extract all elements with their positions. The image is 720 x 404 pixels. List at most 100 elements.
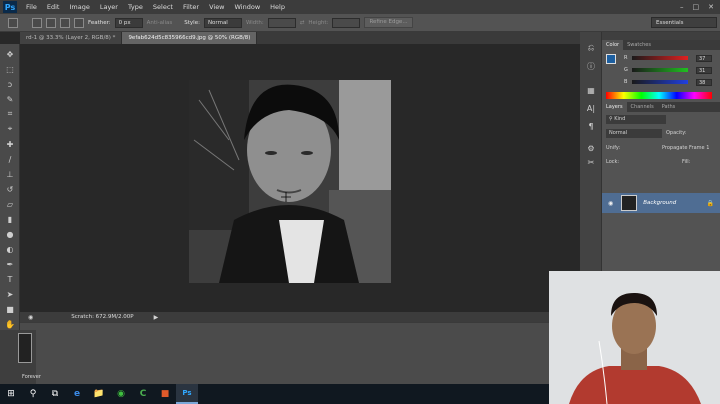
hand-tool-icon[interactable]: ✋ [4,318,16,330]
edge-browser-icon[interactable]: e [66,384,88,404]
workspace-select[interactable]: Essentials [651,17,717,28]
visibility-eye-icon[interactable]: ◉ [608,200,613,207]
green-slider[interactable]: G 31 [624,66,714,74]
feather-input[interactable]: 0 px [114,17,143,28]
eraser-tool-icon[interactable]: ▱ [4,198,16,210]
close-button[interactable]: ✕ [708,3,714,11]
menu-help[interactable]: Help [265,3,290,11]
document-tab-bar: rd-1 @ 33.3% (Layer 2, RGB/8) * 9efab624… [20,32,580,44]
tab-document-1[interactable]: rd-1 @ 33.3% (Layer 2, RGB/8) * [20,32,123,44]
swap-icon[interactable]: ⇄ [300,20,305,26]
fill-label: Fill: [682,159,691,165]
windows-taskbar: ⊞ ⚲ ⧉ e 📁 ◉ C ■ Ps [0,384,549,404]
style-select[interactable]: Normal [203,17,242,28]
shape-tool-icon[interactable]: ■ [4,303,16,315]
blue-slider[interactable]: B 38 [624,78,714,86]
path-select-tool-icon[interactable]: ➤ [4,288,16,300]
adjust-panel-icon[interactable]: ▦ [585,84,597,96]
gradient-tool-icon[interactable]: ▮ [4,213,16,225]
color-spectrum[interactable] [606,92,712,99]
tab-paths[interactable]: Paths [658,102,680,112]
move-tool-icon[interactable]: ✥ [4,48,16,60]
subtract-selection-icon[interactable] [60,17,70,28]
status-bar: ◉ Scratch: 672.9M/2.00P ▶ [20,312,580,322]
browser-app-icon[interactable]: ◉ [110,384,132,404]
scratch-size: Scratch: 672.9M/2.00P [71,314,134,320]
menu-image[interactable]: Image [64,3,94,11]
lock-label: Lock: [606,159,620,165]
menu-layer[interactable]: Layer [95,3,123,11]
character-panel-icon[interactable]: A| [585,102,597,114]
menu-select[interactable]: Select [148,3,178,11]
frame-thumbnail[interactable] [18,333,32,363]
status-info-icon[interactable]: ◉ [28,314,33,321]
marquee-tool-icon[interactable]: ⬚ [4,63,16,75]
menu-window[interactable]: Window [230,3,266,11]
antialias-checkbox[interactable]: Anti-alias [147,20,173,26]
marquee-tool-preset-icon[interactable] [8,17,18,28]
opacity-label: Opacity: [666,130,687,136]
crop-tool-icon[interactable]: ⌗ [4,108,16,120]
pen-tool-icon[interactable]: ✒ [4,258,16,270]
height-label: Height: [308,19,329,26]
photoshop-logo: Ps [3,1,17,13]
menu-filter[interactable]: Filter [178,3,204,11]
layer-row-background[interactable]: ◉ Background 🔒 [602,193,720,213]
height-input[interactable] [332,17,361,28]
tab-swatches[interactable]: Swatches [623,40,655,50]
quick-select-tool-icon[interactable]: ✎ [4,93,16,105]
task-view-icon[interactable]: ⧉ [44,384,66,404]
brush-tool-icon[interactable]: ∕ [4,153,16,165]
healing-tool-icon[interactable]: ✚ [4,138,16,150]
timeline-panel [20,322,580,384]
history-panel-icon[interactable]: ⎌ [585,42,597,54]
width-label: Width: [245,19,264,26]
photoshop-taskbar-icon[interactable]: Ps [176,384,198,404]
search-icon[interactable]: ⚲ [22,384,44,404]
propagate-frame-checkbox[interactable]: Propagate Frame 1 [662,145,709,151]
blur-tool-icon[interactable]: ● [4,228,16,240]
lasso-tool-icon[interactable]: ↄ [4,78,16,90]
kind-filter[interactable]: ⚲ Kind [606,115,666,124]
menu-edit[interactable]: Edit [42,3,65,11]
width-input[interactable] [267,17,296,28]
blend-mode-select[interactable]: Normal [606,129,662,138]
file-explorer-icon[interactable]: 📁 [88,384,110,404]
loop-select[interactable]: Forever [22,374,41,380]
unify-label: Unify: [606,145,621,151]
new-selection-icon[interactable] [32,17,42,28]
menu-file[interactable]: File [21,3,42,11]
recorder-app-icon[interactable]: ■ [154,384,176,404]
tab-channels[interactable]: Channels [627,102,658,112]
type-tool-icon[interactable]: T [4,273,16,285]
refine-edge-button[interactable]: Refine Edge... [364,17,413,28]
clone-source-icon[interactable]: ✂ [585,156,597,168]
document-image[interactable] [189,80,391,283]
feather-label: Feather: [88,19,111,26]
layer-thumbnail [621,195,638,211]
intersect-selection-icon[interactable] [74,17,84,28]
tab-layers[interactable]: Layers [602,102,627,112]
dodge-tool-icon[interactable]: ◐ [4,243,16,255]
tab-color[interactable]: Color [602,40,624,50]
color-fg-swatch[interactable] [606,54,616,64]
camtasia-icon[interactable]: C [132,384,154,404]
menu-type[interactable]: Type [123,3,148,11]
paragraph-panel-icon[interactable]: ¶ [585,120,597,132]
maximize-button[interactable]: □ [693,3,700,11]
minimize-button[interactable]: – [680,3,684,11]
start-button[interactable]: ⊞ [0,384,22,404]
status-menu-arrow-icon[interactable]: ▶ [154,314,159,321]
eyedropper-tool-icon[interactable]: ⌖ [4,123,16,135]
properties-panel-icon[interactable]: ⓘ [585,60,597,72]
add-selection-icon[interactable] [46,17,56,28]
tab-document-2[interactable]: 9efab624d5c835966cd9.jpg @ 50% (RGB/8) [122,32,258,44]
red-slider[interactable]: R 37 [624,54,714,62]
lock-icon: 🔒 [706,199,714,207]
tool-presets-icon[interactable]: ⚙ [585,142,597,154]
stamp-tool-icon[interactable]: ⊥ [4,168,16,180]
webcam-presenter-image [549,271,720,404]
history-brush-icon[interactable]: ↺ [4,183,16,195]
menu-view[interactable]: View [204,3,229,11]
layer-name: Background [643,200,677,206]
